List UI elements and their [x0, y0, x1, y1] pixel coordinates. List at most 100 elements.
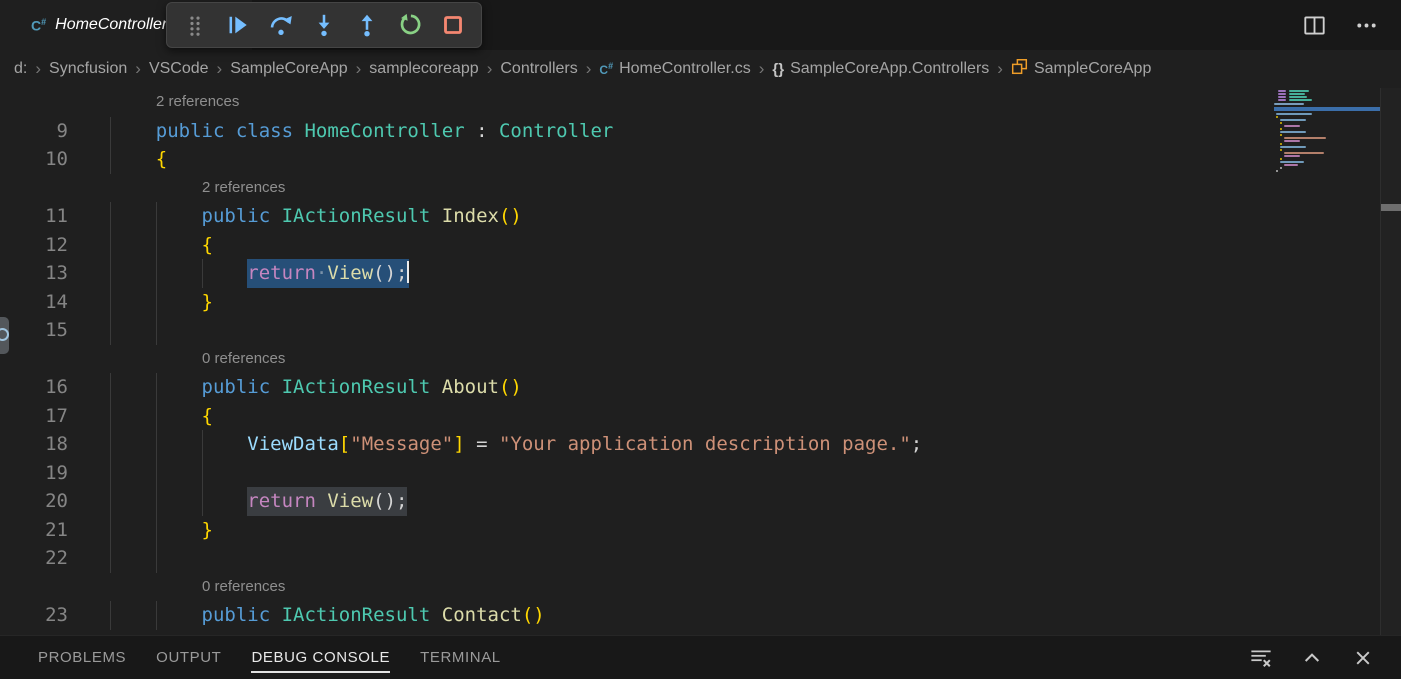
- breadcrumb-separator: ›: [487, 59, 493, 79]
- breadcrumb-item-d-[interactable]: d:: [14, 60, 27, 78]
- code-token: public class: [156, 120, 305, 142]
- debug-stop-button[interactable]: [435, 7, 471, 43]
- background-window-artifact: [0, 317, 9, 354]
- code-token: return: [247, 490, 327, 512]
- line-number[interactable]: 10: [0, 145, 68, 174]
- code-line-content[interactable]: public IActionResult Contact(): [110, 601, 545, 630]
- artifact-glyph: [0, 328, 9, 341]
- vscode-window: C# HomeController.cs d:›Syncfusion›VSCod…: [0, 0, 1401, 679]
- minimap-line: [1289, 99, 1312, 101]
- panel-tab-debug-console[interactable]: DEBUG CONSOLE: [251, 636, 390, 679]
- breadcrumb-item-samplecoreapp[interactable]: SampleCoreApp: [230, 60, 347, 78]
- indent-guide: [156, 459, 157, 488]
- code-token: }: [202, 519, 213, 541]
- line-number[interactable]: 16: [0, 373, 68, 402]
- line-number[interactable]: 12: [0, 231, 68, 260]
- panel-tab-problems[interactable]: PROBLEMS: [38, 636, 126, 679]
- split-editor-icon[interactable]: [1301, 12, 1327, 38]
- code-token: [110, 376, 202, 398]
- code-line: 16 public IActionResult About(): [0, 373, 1401, 402]
- maximize-panel-icon[interactable]: [1300, 646, 1324, 670]
- breadcrumb-item-controllers[interactable]: Controllers: [500, 60, 577, 78]
- line-number[interactable]: 18: [0, 430, 68, 459]
- codelens-label[interactable]: 0 references: [202, 345, 285, 374]
- code-line-content[interactable]: public IActionResult Index(): [110, 202, 522, 231]
- debug-step-out-button[interactable]: [349, 7, 385, 43]
- codelens-label[interactable]: 2 references: [202, 174, 285, 203]
- minimap-line: [1276, 116, 1278, 118]
- breadcrumb-item-homecontroller-cs[interactable]: C#HomeController.cs: [599, 60, 750, 78]
- scrollbar-thumb[interactable]: [1381, 204, 1401, 211]
- code-token: return: [247, 262, 316, 284]
- close-panel-icon[interactable]: [1351, 646, 1375, 670]
- code-token: [110, 205, 202, 227]
- breadcrumb-item-samplecoreapp[interactable]: SampleCoreApp: [1011, 58, 1151, 80]
- breadcrumb-item-vscode[interactable]: VSCode: [149, 60, 209, 78]
- code-token: [110, 405, 202, 427]
- code-token: }: [202, 291, 213, 313]
- more-actions-icon[interactable]: [1353, 12, 1379, 38]
- clear-console-icon[interactable]: [1249, 646, 1273, 670]
- line-number[interactable]: 15: [0, 316, 68, 345]
- code-token: "Message": [350, 433, 453, 455]
- code-token: [110, 148, 156, 170]
- code-line-content[interactable]: {: [110, 402, 213, 431]
- line-number[interactable]: 11: [0, 202, 68, 231]
- minimap[interactable]: [1274, 88, 1380, 268]
- line-number[interactable]: 19: [0, 459, 68, 488]
- breadcrumb-separator: ›: [586, 59, 592, 79]
- minimap-line: [1276, 170, 1278, 172]
- code-token: public: [202, 376, 282, 398]
- line-number[interactable]: 21: [0, 516, 68, 545]
- code-token: [110, 490, 247, 512]
- breadcrumb-item-syncfusion[interactable]: Syncfusion: [49, 60, 127, 78]
- debug-step-over-button[interactable]: [263, 7, 299, 43]
- code-line: 14 }: [0, 288, 1401, 317]
- line-number[interactable]: 20: [0, 487, 68, 516]
- code-token: IActionResult: [282, 205, 442, 227]
- code-token: IActionResult: [282, 376, 442, 398]
- codelens-label[interactable]: 2 references: [156, 88, 239, 117]
- code-line-content[interactable]: return View();: [110, 487, 407, 516]
- minimap-line: [1280, 167, 1282, 169]
- code-editor[interactable]: 2 references9 public class HomeControlle…: [0, 88, 1401, 635]
- code-line-content[interactable]: {: [110, 231, 213, 260]
- breadcrumb-label: SampleCoreApp: [230, 60, 347, 78]
- panel-tab-terminal[interactable]: TERMINAL: [420, 636, 501, 679]
- debug-step-into-button[interactable]: [306, 7, 342, 43]
- code-line-content[interactable]: public class HomeController : Controller: [110, 117, 613, 146]
- debug-restart-button[interactable]: [392, 7, 428, 43]
- debug-continue-button[interactable]: [220, 7, 256, 43]
- line-number[interactable]: 13: [0, 259, 68, 288]
- code-line: 19: [0, 459, 1401, 488]
- code-line-content[interactable]: ViewData["Message"] = "Your application …: [110, 430, 922, 459]
- line-number[interactable]: 22: [0, 544, 68, 573]
- code-line-content[interactable]: {: [110, 145, 167, 174]
- breadcrumb-item-samplecoreapp[interactable]: samplecoreapp: [369, 60, 478, 78]
- minimap-line: [1280, 149, 1282, 151]
- line-number[interactable]: 14: [0, 288, 68, 317]
- code-line-content[interactable]: }: [110, 516, 213, 545]
- code-line-content[interactable]: return·View();: [110, 259, 409, 288]
- code-token: :: [465, 120, 499, 142]
- codelens-row: 2 references: [0, 88, 1401, 117]
- line-number[interactable]: 23: [0, 601, 68, 630]
- editor-scrollbar[interactable]: [1380, 88, 1401, 635]
- breadcrumb-item-samplecoreapp-controllers[interactable]: {}SampleCoreApp.Controllers: [772, 60, 989, 78]
- line-number[interactable]: 17: [0, 402, 68, 431]
- toolbar-drag-handle[interactable]: [177, 7, 213, 43]
- code-line-content[interactable]: public IActionResult About(): [110, 373, 522, 402]
- code-line: 22: [0, 544, 1401, 573]
- code-line-content[interactable]: }: [110, 288, 213, 317]
- line-number[interactable]: 9: [0, 117, 68, 146]
- code-token: [110, 120, 156, 142]
- minimap-line: [1280, 161, 1304, 163]
- minimap-line: [1284, 152, 1324, 154]
- minimap-line: [1278, 96, 1286, 98]
- breadcrumb-separator: ›: [35, 59, 41, 79]
- codelens-label[interactable]: 0 references: [202, 573, 285, 602]
- code-line: 21 }: [0, 516, 1401, 545]
- code-line: 9 public class HomeController : Controll…: [0, 117, 1401, 146]
- panel-tab-output[interactable]: OUTPUT: [156, 636, 221, 679]
- code-token: {: [156, 148, 167, 170]
